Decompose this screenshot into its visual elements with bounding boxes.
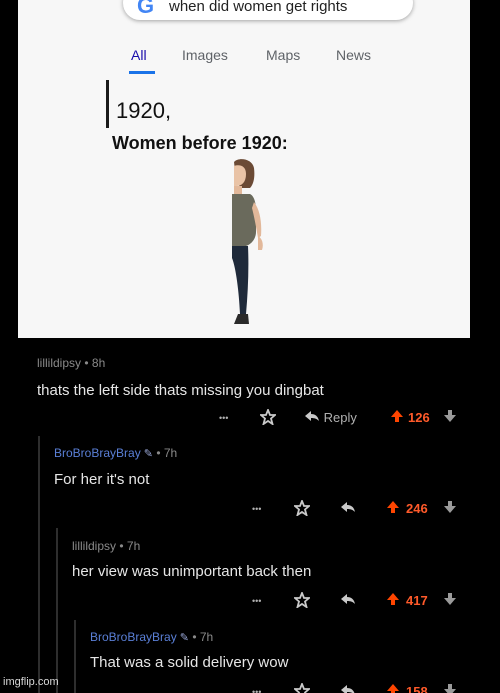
- tab-all[interactable]: All: [131, 47, 147, 63]
- comment-username[interactable]: BroBroBrayBray: [90, 630, 177, 644]
- downvote-icon[interactable]: [443, 409, 457, 428]
- comment-age: • 7h: [192, 630, 214, 644]
- comment-text: That was a solid delivery wow: [90, 654, 289, 671]
- half-woman-image: [232, 159, 263, 324]
- award-icon[interactable]: [258, 407, 278, 430]
- comment-username[interactable]: lillildipsy: [37, 356, 81, 370]
- search-query[interactable]: when did women get rights: [169, 0, 347, 15]
- active-tab-indicator: [129, 71, 155, 74]
- upvote-icon[interactable]: [386, 500, 400, 519]
- comment: BroBroBrayBray ✎ • 7h For her it's not •…: [0, 436, 500, 528]
- vote-score: 158: [406, 684, 428, 693]
- search-tabs: All Images Maps News: [18, 44, 470, 74]
- comment-actions: ••• 417: [210, 590, 470, 613]
- comment-meta: BroBroBrayBray ✎ • 7h: [54, 446, 177, 460]
- more-options-icon[interactable]: •••: [252, 592, 261, 610]
- vote-score: 246: [406, 501, 428, 516]
- tab-images[interactable]: Images: [182, 47, 228, 63]
- tab-news[interactable]: News: [336, 47, 371, 63]
- downvote-icon[interactable]: [443, 500, 457, 519]
- reply-arrow-icon: [305, 411, 319, 421]
- comment-text: For her it's not: [54, 471, 150, 488]
- reply-label: Reply: [323, 410, 357, 425]
- reply-arrow-icon[interactable]: [340, 683, 356, 693]
- comment-meta: BroBroBrayBray ✎ • 7h: [90, 630, 213, 644]
- comment-thread: lillildipsy • 8h thats the left side tha…: [0, 338, 500, 693]
- comment-age: • 7h: [156, 446, 178, 460]
- tab-maps[interactable]: Maps: [266, 47, 300, 63]
- upvote-icon[interactable]: [386, 683, 400, 693]
- vote-score: 417: [406, 593, 428, 608]
- comment-text: her view was unimportant back then: [72, 563, 312, 580]
- comment: lillildipsy • 7h her view was unimportan…: [0, 528, 500, 620]
- google-logo-icon: G: [137, 0, 155, 18]
- meme-caption: Women before 1920:: [112, 133, 288, 153]
- comment-username[interactable]: lillildipsy: [72, 539, 116, 553]
- google-search-screenshot: G when did women get rights All Images M…: [18, 0, 470, 338]
- award-icon[interactable]: [292, 498, 312, 521]
- more-options-icon[interactable]: •••: [219, 409, 228, 427]
- comment-meta: lillildipsy • 7h: [72, 539, 140, 553]
- comment: BroBroBrayBray ✎ • 7h That was a solid d…: [0, 620, 500, 693]
- award-icon[interactable]: [292, 683, 312, 693]
- downvote-icon[interactable]: [443, 592, 457, 611]
- watermark: imgflip.com: [3, 676, 59, 688]
- comment-age: • 8h: [84, 356, 106, 370]
- more-options-icon[interactable]: •••: [252, 683, 261, 693]
- comment-actions: ••• Reply 126: [210, 407, 470, 430]
- comment-actions: ••• 158: [210, 683, 470, 693]
- upvote-icon[interactable]: [386, 592, 400, 611]
- reply-arrow-icon[interactable]: [340, 500, 356, 518]
- comment-actions: ••• 246: [210, 498, 470, 521]
- reply-button[interactable]: Reply: [304, 409, 357, 427]
- pencil-icon: ✎: [176, 632, 189, 644]
- comment-username[interactable]: BroBroBrayBray: [54, 446, 141, 460]
- comment-age: • 7h: [119, 539, 141, 553]
- more-options-icon[interactable]: •••: [252, 500, 261, 518]
- vote-score: 126: [408, 410, 430, 425]
- search-answer: 1920,: [116, 98, 172, 123]
- comment-meta: lillildipsy • 8h: [37, 356, 105, 370]
- comment: lillildipsy • 8h thats the left side tha…: [0, 338, 500, 433]
- reply-arrow-icon[interactable]: [340, 592, 356, 610]
- upvote-icon[interactable]: [390, 409, 404, 428]
- answer-accent-bar: [106, 80, 109, 128]
- downvote-icon[interactable]: [443, 683, 457, 693]
- comment-text: thats the left side thats missing you di…: [37, 382, 324, 399]
- award-icon[interactable]: [292, 590, 312, 613]
- pencil-icon: ✎: [140, 448, 153, 460]
- search-bar[interactable]: G when did women get rights: [123, 0, 413, 20]
